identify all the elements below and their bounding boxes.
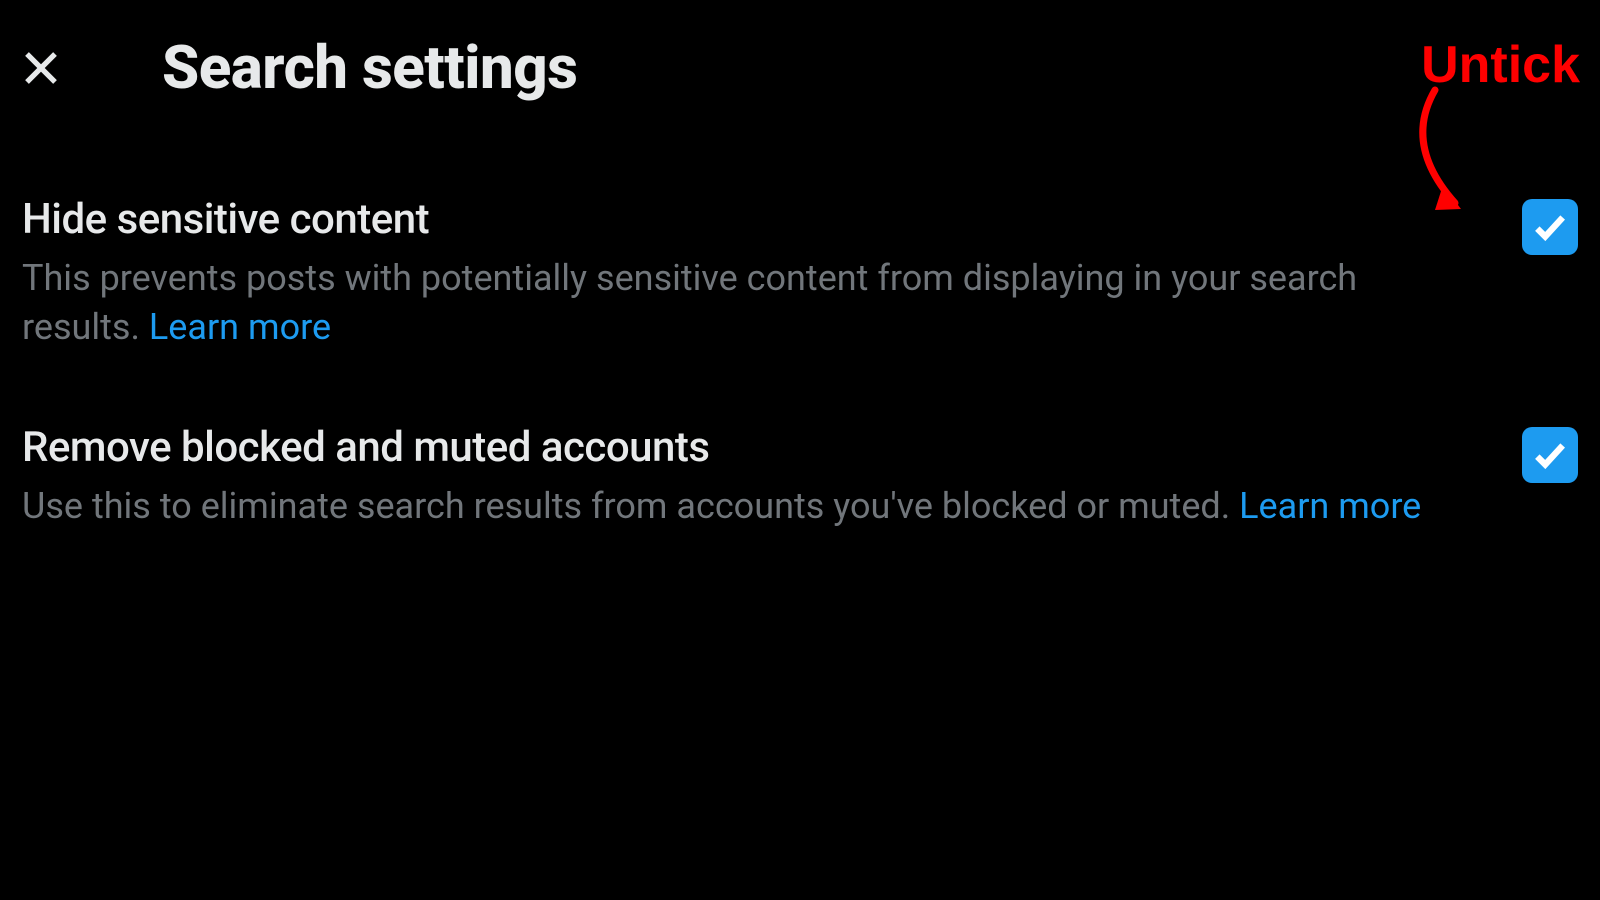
setting-remove-blocked: Remove blocked and muted accounts Use th… bbox=[22, 423, 1578, 531]
setting-title: Hide sensitive content bbox=[22, 195, 1462, 244]
close-icon[interactable] bbox=[20, 47, 62, 89]
header: Search settings bbox=[0, 0, 1600, 135]
setting-text: Remove blocked and muted accounts Use th… bbox=[22, 423, 1522, 531]
setting-text: Hide sensitive content This prevents pos… bbox=[22, 195, 1522, 351]
learn-more-link[interactable]: Learn more bbox=[149, 306, 331, 348]
check-icon bbox=[1531, 208, 1569, 246]
settings-list: Hide sensitive content This prevents pos… bbox=[0, 195, 1600, 531]
check-icon bbox=[1531, 436, 1569, 474]
annotation-label: Untick bbox=[1421, 35, 1580, 95]
setting-description: Use this to eliminate search results fro… bbox=[22, 482, 1462, 531]
page-title: Search settings bbox=[162, 32, 577, 103]
learn-more-link[interactable]: Learn more bbox=[1239, 485, 1421, 527]
setting-desc-text: Use this to eliminate search results fro… bbox=[22, 485, 1239, 527]
checkbox-remove-blocked[interactable] bbox=[1522, 427, 1578, 483]
setting-hide-sensitive: Hide sensitive content This prevents pos… bbox=[22, 195, 1578, 351]
setting-title: Remove blocked and muted accounts bbox=[22, 423, 1462, 472]
setting-description: This prevents posts with potentially sen… bbox=[22, 254, 1462, 351]
checkbox-hide-sensitive[interactable] bbox=[1522, 199, 1578, 255]
